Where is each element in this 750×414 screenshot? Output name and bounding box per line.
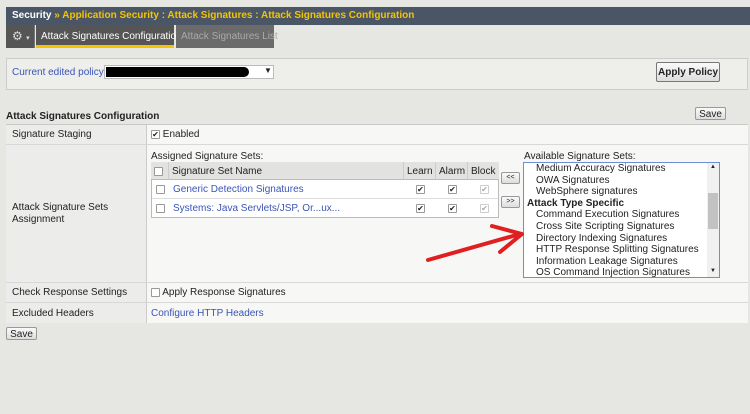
table-row: Generic Detection Signatures ✔ ✔ ✔ <box>152 180 498 199</box>
signature-set-link[interactable]: Generic Detection Signatures <box>173 184 304 195</box>
col-header-name[interactable]: Signature Set Name <box>169 162 404 180</box>
list-item[interactable]: Directory Indexing Signatures <box>524 233 719 245</box>
breadcrumb-separator: » <box>54 10 60 21</box>
chevron-down-icon: ▾ <box>26 35 30 42</box>
available-sets-list[interactable]: Medium Accuracy Signatures OWA Signature… <box>523 162 720 278</box>
tab-attack-signatures-configuration[interactable]: Attack Signatures Configuration <box>36 25 182 48</box>
select-all-header <box>151 162 169 180</box>
apply-response-label: Apply Response Signatures <box>162 287 286 298</box>
alarm-checkbox[interactable]: ✔ <box>448 185 457 194</box>
assigned-title: Assigned Signature Sets: <box>151 151 264 162</box>
staging-label: Signature Staging <box>6 125 147 145</box>
staging-value: ✔ Enabled <box>147 125 748 145</box>
list-item[interactable]: Information Leakage Signatures <box>524 256 719 268</box>
available-title: Available Signature Sets: <box>524 151 636 162</box>
excluded-headers-value: Configure HTTP Headers <box>147 303 748 323</box>
select-all-checkbox[interactable] <box>154 166 163 176</box>
breadcrumb-security[interactable]: Security <box>12 10 51 21</box>
col-header-block: Block <box>468 162 499 180</box>
save-button-top[interactable]: Save <box>695 107 726 120</box>
gear-menu-button[interactable]: ⚙ ▾ <box>6 25 35 48</box>
signature-set-link[interactable]: Systems: Java Servlets/JSP, Or...ux... <box>173 203 340 214</box>
block-checkbox: ✔ <box>480 204 489 213</box>
staging-enabled-label: Enabled <box>162 129 200 140</box>
list-item[interactable]: Medium Accuracy Signatures <box>524 163 719 175</box>
alarm-checkbox[interactable]: ✔ <box>448 204 457 213</box>
col-header-alarm: Alarm <box>436 162 468 180</box>
staging-checkbox[interactable]: ✔ <box>151 129 160 139</box>
list-item[interactable]: WebSphere signatures <box>524 186 719 198</box>
save-button-bottom[interactable]: Save <box>6 327 37 340</box>
list-item[interactable]: Command Execution Signatures <box>524 209 719 221</box>
excluded-headers-label: Excluded Headers <box>6 303 147 323</box>
section-title: Attack Signatures Configuration <box>6 111 160 122</box>
tab-attack-signatures-list[interactable]: Attack Signatures List <box>176 25 278 48</box>
scrollbar-thumb[interactable] <box>708 193 718 229</box>
current-policy-label: Current edited policy <box>12 67 104 78</box>
list-item[interactable]: OS Command Injection Signatures <box>524 267 719 279</box>
apply-response-checkbox[interactable] <box>151 287 160 297</box>
row-checkbox[interactable] <box>156 204 165 213</box>
list-item[interactable]: HTTP Response Splitting Signatures <box>524 244 719 256</box>
learn-checkbox[interactable]: ✔ <box>416 204 425 213</box>
list-item[interactable]: Cross Site Scripting Signatures <box>524 221 719 233</box>
table-row: Systems: Java Servlets/JSP, Or...ux... ✔… <box>152 199 498 218</box>
chevron-down-icon: ▼ <box>264 66 272 75</box>
scroll-down-icon[interactable]: ▼ <box>710 268 716 274</box>
configure-http-headers-link[interactable]: Configure HTTP Headers <box>151 308 264 319</box>
breadcrumb-path[interactable]: Application Security : Attack Signatures… <box>62 10 414 21</box>
scroll-up-icon[interactable]: ▲ <box>710 164 716 170</box>
check-response-value: Apply Response Signatures <box>147 283 748 303</box>
redacted-policy-name <box>106 67 249 77</box>
list-group-header: Attack Type Specific <box>527 197 625 209</box>
apply-policy-button[interactable]: Apply Policy <box>656 62 720 82</box>
check-response-label: Check Response Settings <box>6 283 147 303</box>
row-checkbox[interactable] <box>156 185 165 194</box>
annotation-arrow-icon <box>426 224 524 262</box>
assignment-label: Attack Signature Sets Assignment <box>6 145 147 283</box>
breadcrumb: Security » Application Security : Attack… <box>6 7 750 25</box>
learn-checkbox[interactable]: ✔ <box>416 185 425 194</box>
list-item[interactable]: OWA Signatures <box>524 175 719 187</box>
move-right-button[interactable]: >> <box>501 196 520 208</box>
gear-icon: ⚙ <box>12 29 23 43</box>
block-checkbox: ✔ <box>480 185 489 194</box>
move-left-button[interactable]: << <box>501 172 520 184</box>
col-header-learn: Learn <box>404 162 436 180</box>
